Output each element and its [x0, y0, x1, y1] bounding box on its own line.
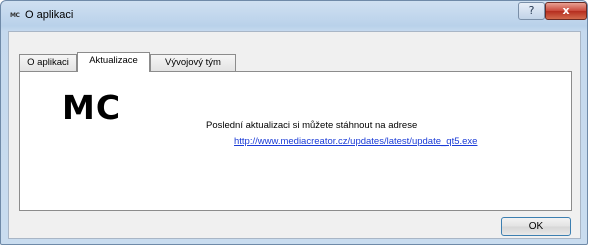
dialog-client-area: O aplikaci Aktualizace Vývojový tým MC P… — [8, 31, 581, 239]
close-icon: x — [562, 4, 570, 17]
window-title: O aplikaci — [25, 9, 74, 21]
help-button[interactable]: ? — [518, 2, 545, 20]
app-logo-icon: MC — [10, 12, 20, 19]
tab-aktualizace[interactable]: Aktualizace — [77, 52, 150, 72]
update-download-link[interactable]: http://www.mediacreator.cz/updates/lates… — [234, 136, 477, 147]
ok-button[interactable]: OK — [501, 217, 571, 236]
help-icon: ? — [528, 4, 535, 17]
close-button[interactable]: x — [545, 2, 587, 20]
tab-vyvojovy-tym[interactable]: Vývojový tým — [150, 54, 236, 71]
aktualizace-panel: MC Poslední aktualizaci si můžete stáhno… — [19, 71, 572, 211]
tab-o-aplikaci[interactable]: O aplikaci — [19, 54, 77, 71]
title-bar[interactable]: MC O aplikaci ? x — [1, 1, 587, 31]
about-dialog-window: MC O aplikaci ? x O aplikaci Aktualizace… — [0, 0, 588, 245]
update-info-text: Poslední aktualizaci si můžete stáhnout … — [206, 120, 418, 131]
mc-logo: MC — [62, 88, 122, 127]
